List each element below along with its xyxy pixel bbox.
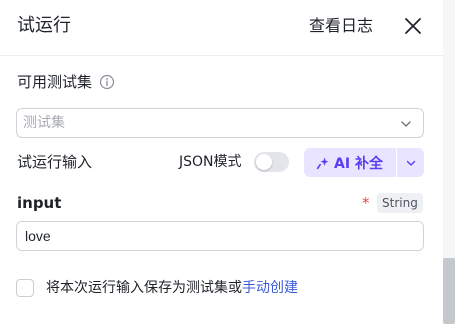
test-set-select[interactable]: 测试集 (16, 108, 424, 138)
json-mode-label: JSON模式 (179, 154, 242, 170)
save-as-test-set-label: 将本次运行输入保存为测试集或 (46, 280, 242, 296)
test-set-label: 可用测试集 (17, 71, 115, 93)
panel-header: 试运行 查看日志 (0, 0, 443, 55)
save-as-test-set-checkbox[interactable] (16, 279, 34, 297)
test-set-label-text: 可用测试集 (17, 73, 93, 91)
ai-fill-label: AI 补全 (334, 155, 383, 172)
input-field[interactable] (16, 221, 424, 251)
run-input-label: 试运行输入 (17, 153, 93, 171)
header-divider (0, 55, 443, 56)
field-type-badge: String (377, 193, 423, 213)
json-mode-toggle[interactable] (254, 152, 289, 172)
page-title: 试运行 (17, 15, 71, 36)
ai-fill-button-group: AI 补全 (304, 148, 424, 177)
test-run-panel: 试运行 查看日志 可用测试集 测试集 试运行输入 JSON模式 AI 补全 in… (0, 0, 443, 324)
test-set-placeholder: 测试集 (23, 115, 65, 131)
ai-fill-dropdown[interactable] (397, 148, 424, 177)
chevron-down-icon (399, 117, 413, 131)
save-as-test-set-text: 将本次运行输入保存为测试集或手动创建 (46, 278, 298, 298)
sparkle-icon (316, 156, 330, 170)
field-name: input (17, 194, 62, 212)
chevron-down-icon (406, 160, 415, 166)
close-icon (405, 18, 421, 34)
manual-create-link[interactable]: 手动创建 (242, 280, 298, 296)
info-icon[interactable] (99, 74, 115, 90)
view-log-button[interactable]: 查看日志 (309, 13, 373, 39)
ai-fill-button[interactable]: AI 补全 (304, 148, 395, 177)
close-button[interactable] (402, 15, 424, 37)
required-mark: * (362, 194, 370, 212)
toggle-knob (256, 154, 272, 170)
scrollbar-thumb[interactable] (443, 258, 455, 324)
